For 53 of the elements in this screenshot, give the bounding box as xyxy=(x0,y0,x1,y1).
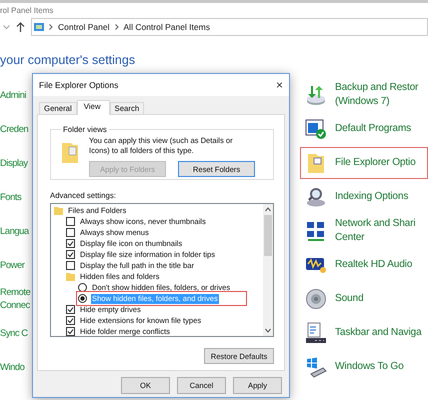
folder-icon xyxy=(305,152,327,174)
address-bar[interactable]: Control Panel All Control Panel Items xyxy=(31,18,428,36)
checkbox[interactable] xyxy=(66,305,75,314)
control-panel-item[interactable]: Taskbar and Naviga xyxy=(335,326,422,340)
checkbox[interactable] xyxy=(66,250,75,259)
folder-icon xyxy=(61,142,79,164)
speaker-icon xyxy=(305,288,327,310)
up-arrow-icon[interactable] xyxy=(16,22,25,32)
checkbox[interactable] xyxy=(66,239,75,248)
control-panel-item[interactable]: Realtek HD Audio xyxy=(335,258,412,272)
control-panel-item[interactable]: File Explorer Optio xyxy=(335,156,416,170)
control-panel-item[interactable]: Fonts xyxy=(0,190,22,204)
control-panel-item[interactable]: Power xyxy=(0,258,24,272)
checkbox[interactable] xyxy=(66,217,75,226)
control-panel-item[interactable]: Creden xyxy=(0,122,28,136)
folder-icon xyxy=(54,206,63,215)
control-panel-item[interactable]: Display xyxy=(0,156,28,170)
breadcrumb[interactable]: Control Panel xyxy=(58,22,110,32)
control-panel-item[interactable]: Network and Shari Center xyxy=(335,217,416,245)
page-heading: your computer's settings xyxy=(0,53,136,69)
control-panel-item[interactable]: Default Programs xyxy=(335,122,412,136)
drive-arrows-icon xyxy=(305,84,327,106)
control-panel-item[interactable]: Windo xyxy=(0,360,24,374)
scroll-up-icon[interactable] xyxy=(265,207,271,212)
window-title: rol Panel Items xyxy=(0,5,54,16)
usb-drive-icon xyxy=(305,356,327,378)
breadcrumb[interactable]: All Control Panel Items xyxy=(124,22,210,32)
control-panel-item[interactable]: Indexing Options xyxy=(335,190,408,204)
scroll-down-icon[interactable] xyxy=(265,328,271,333)
control-panel-item[interactable]: Admini xyxy=(0,88,26,102)
control-panel-item[interactable]: Backup and Restor (Windows 7) xyxy=(335,81,418,109)
control-panel-icon xyxy=(34,23,44,31)
checkbox[interactable] xyxy=(66,316,75,325)
control-panel-item[interactable]: Sound xyxy=(335,292,364,306)
checkbox[interactable] xyxy=(66,228,75,237)
checkbox[interactable] xyxy=(66,327,75,336)
folder-icon xyxy=(66,272,75,281)
window-check-icon xyxy=(305,118,327,140)
checkbox[interactable] xyxy=(66,261,75,270)
control-panel-item[interactable]: Langua xyxy=(0,224,29,238)
control-panel-item[interactable]: Sync C xyxy=(0,326,28,340)
radio-button[interactable] xyxy=(78,294,87,303)
chevron-icon[interactable] xyxy=(49,24,53,30)
chevron-icon[interactable] xyxy=(114,24,119,30)
dialog-title: File Explorer Options xyxy=(39,80,118,90)
taskbar-icon xyxy=(305,322,327,344)
control-panel-item[interactable]: Remote Connec xyxy=(0,286,30,312)
close-button[interactable]: × xyxy=(276,78,283,92)
magnifier-icon xyxy=(305,186,327,208)
network-icon xyxy=(305,220,327,242)
radio-button[interactable] xyxy=(78,283,87,292)
scrollbar[interactable] xyxy=(263,204,273,336)
control-panel-item[interactable]: Windows To Go xyxy=(335,360,404,374)
